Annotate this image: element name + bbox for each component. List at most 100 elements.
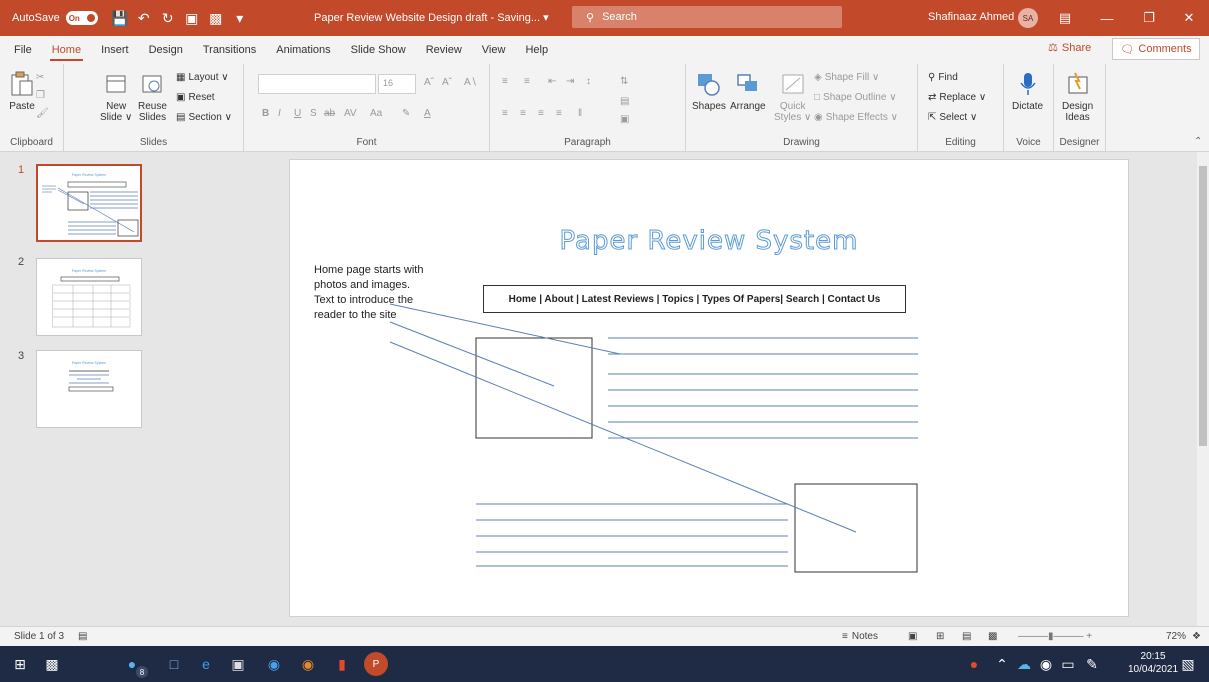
tab-review[interactable]: Review [416, 36, 472, 64]
notes-button[interactable]: ≡ Notes [842, 631, 878, 642]
char-spacing-icon[interactable]: AV [344, 108, 357, 119]
help-tray-icon[interactable]: ● [962, 652, 986, 676]
text-direction-icon[interactable]: ⇅ [620, 76, 628, 87]
autosave-toggle[interactable]: On [65, 11, 98, 25]
strikethrough-icon[interactable]: ab [324, 108, 335, 119]
task-view-icon[interactable]: ▩ [40, 652, 64, 676]
decrease-indent-icon[interactable]: ⇤ [548, 76, 556, 87]
customize-toolbar-icon[interactable]: ▾ [230, 8, 250, 28]
shape-effects-button[interactable]: ◉ Shape Effects ∨ [814, 112, 898, 123]
design-ideas-button[interactable]: Design Ideas [1062, 70, 1093, 123]
increase-font-icon[interactable]: Aˆ [424, 77, 434, 88]
document-title[interactable]: Paper Review Website Design draft - Savi… [314, 11, 549, 24]
increase-indent-icon[interactable]: ⇥ [566, 76, 574, 87]
powerpoint-taskbar-icon[interactable]: P [364, 652, 388, 676]
slide-title[interactable]: Paper Review System [290, 226, 1128, 257]
select-button[interactable]: ⇱ Select ∨ [928, 112, 977, 123]
onedrive-icon[interactable]: ☁ [1012, 652, 1036, 676]
smartart-icon[interactable]: ▣ [620, 114, 629, 125]
font-size-field[interactable]: 16 [378, 74, 416, 94]
reuse-slides-button[interactable]: Reuse Slides [138, 70, 167, 123]
redo-icon[interactable]: ↻ [158, 8, 178, 28]
slide-thumbnail-3[interactable]: Paper Review System [36, 350, 142, 428]
autosave-control[interactable]: AutoSave On [12, 11, 98, 25]
reset-button[interactable]: ▣ Reset [176, 92, 215, 103]
line-spacing-icon[interactable]: ↕ [586, 76, 591, 87]
font-name-field[interactable] [258, 74, 376, 94]
slideshow-view-icon[interactable]: ▩ [988, 631, 997, 642]
shape-fill-button[interactable]: ◈ Shape Fill ∨ [814, 72, 879, 83]
change-case-icon[interactable]: Aa [370, 108, 382, 119]
tab-animations[interactable]: Animations [266, 36, 340, 64]
columns-icon[interactable]: ‖ [578, 108, 582, 119]
highlight-icon[interactable]: ✎ [402, 108, 410, 119]
slide-thumbnail-1[interactable]: Paper Review System [36, 164, 142, 242]
start-slideshow-icon[interactable]: ▩ [206, 8, 226, 28]
justify-icon[interactable]: ≡ [556, 108, 562, 119]
restore-icon[interactable]: ❐ [1134, 6, 1164, 30]
save-icon[interactable]: 💾 [110, 8, 130, 28]
vertical-scrollbar[interactable] [1197, 152, 1209, 626]
share-button[interactable]: ⚖ Share [1048, 41, 1091, 55]
slide-sorter-icon[interactable]: ⊞ [936, 631, 944, 642]
fit-slide-icon[interactable]: ❖ [1192, 631, 1201, 642]
windows-start-icon[interactable]: ⊞ [8, 652, 32, 676]
format-painter-icon[interactable]: 🖌 [36, 108, 49, 119]
bullets-icon[interactable]: ≡ [502, 76, 508, 87]
firefox-icon[interactable]: ◉ [296, 652, 320, 676]
store-icon[interactable]: ▣ [226, 652, 250, 676]
zoom-slider[interactable]: ———▮——— + [1018, 631, 1092, 642]
tab-file[interactable]: File [4, 36, 42, 64]
decrease-font-icon[interactable]: Aˇ [442, 77, 452, 88]
clear-format-icon[interactable]: A∖ [464, 77, 477, 88]
comments-button[interactable]: 🗨 Comments [1112, 38, 1200, 60]
tab-home[interactable]: Home [42, 36, 91, 64]
ribbon-display-icon[interactable]: ▤ [1050, 6, 1080, 30]
cut-icon[interactable]: ✂ [36, 72, 44, 83]
file-explorer-icon[interactable]: □ [162, 652, 186, 676]
slide-thumbnail-2[interactable]: Paper Review System [36, 258, 142, 336]
battery-icon[interactable]: ▭ [1056, 652, 1080, 676]
notification-center-icon[interactable]: ▧ [1176, 652, 1200, 676]
bold-icon[interactable]: B [262, 108, 269, 119]
new-slide-button[interactable]: New Slide ∨ [100, 70, 132, 123]
pen-icon[interactable]: ✎ [1080, 652, 1104, 676]
shapes-button[interactable]: Shapes [692, 70, 726, 112]
scrollbar-thumb[interactable] [1199, 166, 1207, 446]
align-right-icon[interactable]: ≡ [538, 108, 544, 119]
align-left-icon[interactable]: ≡ [502, 108, 508, 119]
align-center-icon[interactable]: ≡ [520, 108, 526, 119]
section-button[interactable]: ▤ Section ∨ [176, 112, 232, 123]
tab-design[interactable]: Design [139, 36, 193, 64]
layout-button[interactable]: ▦ Layout ∨ [176, 72, 229, 83]
quick-styles-button[interactable]: Quick Styles ∨ [774, 70, 811, 123]
browser-icon[interactable]: ◉ [262, 652, 286, 676]
underline-icon[interactable]: U [294, 108, 301, 119]
presenter-icon[interactable]: ▣ [182, 8, 202, 28]
reading-view-icon[interactable]: ▤ [962, 631, 971, 642]
collapse-ribbon-icon[interactable]: ⌃ [1194, 136, 1202, 147]
find-button[interactable]: ⚲ Find [928, 72, 958, 83]
tray-overflow-icon[interactable]: ⌃ [990, 652, 1014, 676]
shape-outline-button[interactable]: □ Shape Outline ∨ [814, 92, 897, 103]
tab-view[interactable]: View [472, 36, 516, 64]
close-icon[interactable]: ✕ [1174, 6, 1204, 30]
dictate-button[interactable]: Dictate [1012, 70, 1043, 112]
shadow-icon[interactable]: S [310, 108, 317, 119]
tab-insert[interactable]: Insert [91, 36, 139, 64]
zoom-level[interactable]: 72% [1166, 631, 1186, 642]
slide-canvas[interactable]: Paper Review System Home page starts wit… [289, 159, 1129, 617]
accessibility-icon[interactable]: ▤ [78, 631, 87, 642]
tab-help[interactable]: Help [515, 36, 558, 64]
normal-view-icon[interactable]: ▣ [908, 631, 917, 642]
edge-icon[interactable]: e [194, 652, 218, 676]
search-box[interactable]: ⚲ Search [572, 6, 842, 28]
avatar[interactable]: SA [1018, 8, 1038, 28]
network-icon[interactable]: ◉ [1034, 652, 1058, 676]
italic-icon[interactable]: I [278, 108, 281, 119]
undo-icon[interactable]: ↶ [134, 8, 154, 28]
align-text-icon[interactable]: ▤ [620, 96, 629, 107]
paste-button[interactable]: Paste [8, 70, 36, 112]
navigation-bar-mockup[interactable]: Home | About | Latest Reviews | Topics |… [483, 285, 906, 313]
clock[interactable]: 20:15 10/04/2021 [1128, 650, 1178, 676]
